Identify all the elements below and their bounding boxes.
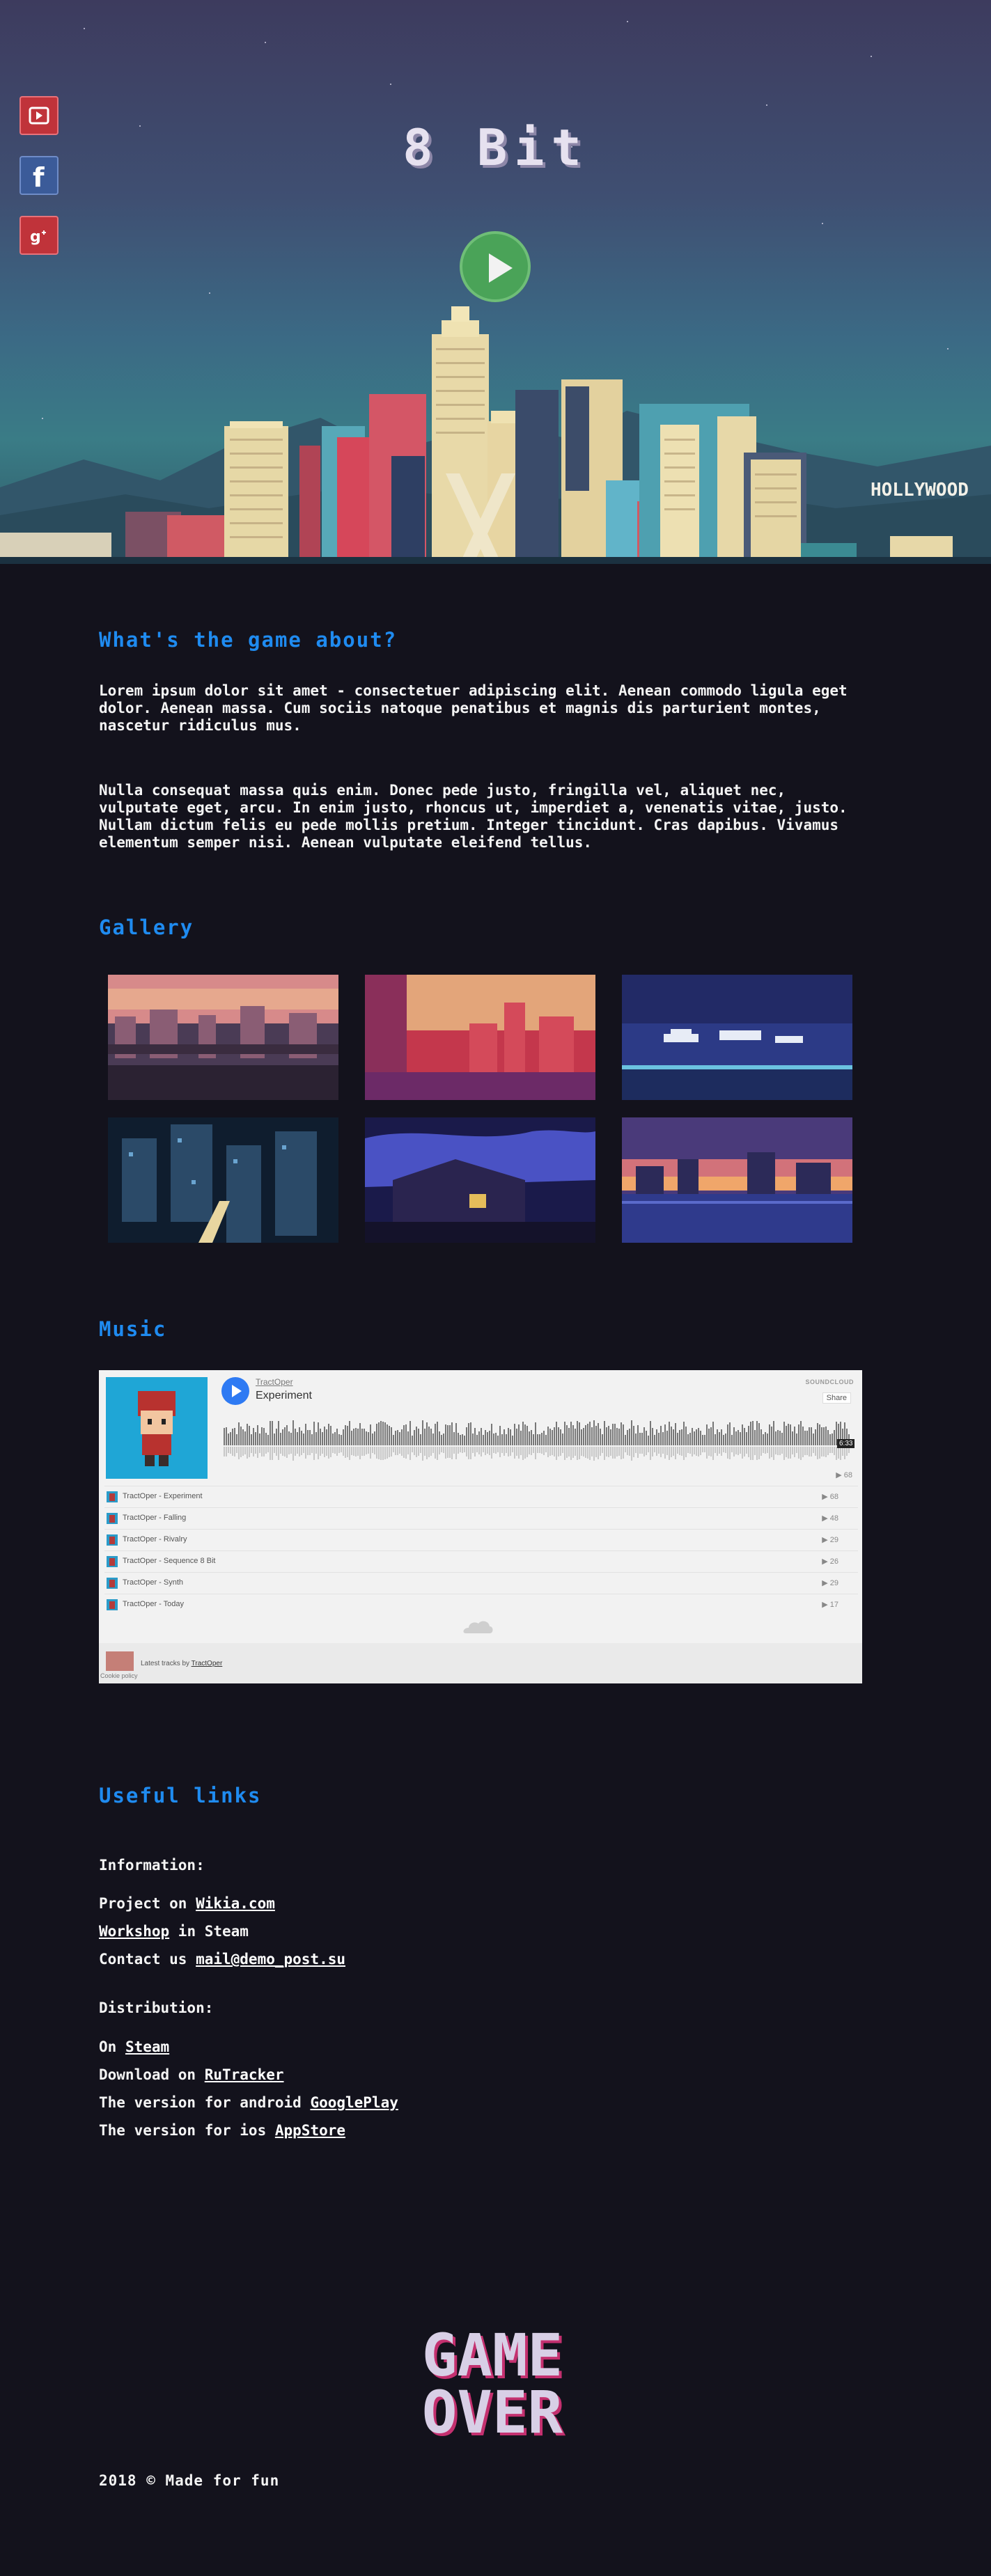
youtube-link[interactable] — [19, 96, 58, 135]
player-footer: Latest tracks by TractOper Cookie policy — [99, 1643, 862, 1683]
track-name: TractOper - Today — [123, 1600, 185, 1608]
distribution-label: Distribution: — [99, 2000, 214, 2016]
play-icon — [489, 253, 513, 283]
dist-link-row: The version for android GooglePlay — [99, 2094, 398, 2111]
track-row[interactable]: TractOper - Today ▶ 17 — [104, 1594, 858, 1615]
track-row[interactable]: TractOper - Synth ▶ 29 — [104, 1572, 858, 1593]
gallery-image-city-top[interactable] — [108, 1117, 338, 1243]
track-plays: ▶ 29 — [822, 1579, 838, 1587]
album-art — [106, 1377, 208, 1479]
hero-banner: HOLLYWOOD 8 Bit f g — [0, 0, 991, 564]
track-plays: ▶ 48 — [822, 1514, 838, 1523]
waveform[interactable] — [224, 1416, 853, 1465]
gallery-image-red-city[interactable] — [365, 975, 595, 1100]
googleplay-link[interactable]: GooglePlay — [310, 2094, 398, 2111]
track-name: TractOper - Sequence 8 Bit — [123, 1557, 216, 1565]
dist-link-row: On Steam — [99, 2039, 170, 2055]
steam-link[interactable]: Steam — [125, 2039, 169, 2055]
links-heading: Useful links — [99, 1784, 262, 1807]
track-thumb-icon — [107, 1599, 118, 1610]
cookie-policy-link[interactable]: Cookie policy — [100, 1672, 138, 1679]
rutracker-link[interactable]: RuTracker — [205, 2066, 284, 2083]
contact-email-link[interactable]: mail@demo_post.su — [196, 1951, 345, 1968]
google-plus-icon: g — [30, 228, 46, 246]
artist-thumbnail — [106, 1651, 134, 1671]
track-row[interactable]: TractOper - Experiment ▶ 68 — [104, 1486, 858, 1507]
gallery-image-night-house[interactable] — [365, 1117, 595, 1243]
about-heading: What's the game about? — [99, 628, 398, 652]
soundcloud-player: TractOper Experiment SOUNDCLOUD Share 6:… — [99, 1370, 862, 1683]
music-heading: Music — [99, 1317, 167, 1341]
info-link-row: Workshop in Steam — [99, 1923, 249, 1940]
track-row[interactable]: TractOper - Sequence 8 Bit ▶ 26 — [104, 1550, 858, 1571]
svg-text:OVER: OVER — [422, 2378, 563, 2441]
info-link-row: Contact us mail@demo_post.su — [99, 1951, 346, 1968]
about-paragraph-2: Nulla consequat massa quis enim. Donec p… — [99, 782, 848, 851]
google-plus-link[interactable]: g — [19, 216, 58, 255]
track-name: TractOper - Falling — [123, 1514, 187, 1522]
latest-tracks-label: Latest tracks by TractOper — [141, 1660, 223, 1667]
facebook-link[interactable]: f — [19, 156, 58, 195]
track-name: TractOper - Rivalry — [123, 1535, 187, 1544]
track-plays: ▶ 17 — [822, 1601, 838, 1609]
track-plays: ▶ 29 — [822, 1536, 838, 1544]
track-plays: ▶ 68 — [822, 1493, 838, 1501]
information-label: Information: — [99, 1857, 205, 1874]
track-thumb-icon — [107, 1578, 118, 1589]
footer-copyright: 2018 © Made for fun — [99, 2472, 280, 2489]
about-paragraph-1: Lorem ipsum dolor sit amet - consectetue… — [99, 682, 848, 734]
game-over-logo: GAME GAME OVER OVER — [422, 2331, 566, 2441]
gallery-heading: Gallery — [99, 916, 194, 939]
soundcloud-cloud-icon — [463, 1621, 493, 1633]
latest-tracks-artist-link[interactable]: TractOper — [192, 1660, 223, 1667]
track-plays: ▶ 26 — [822, 1557, 838, 1566]
appstore-link[interactable]: AppStore — [275, 2122, 345, 2139]
track-thumb-icon — [107, 1556, 118, 1567]
track-thumb-icon — [107, 1513, 118, 1524]
track-play-button[interactable] — [221, 1377, 249, 1405]
track-thumb-icon — [107, 1534, 118, 1546]
track-duration: 6:33 — [837, 1439, 855, 1448]
svg-text:f: f — [33, 162, 45, 193]
track-row[interactable]: TractOper - Rivalry ▶ 29 — [104, 1529, 858, 1550]
youtube-icon — [29, 107, 49, 125]
track-name: TractOper - Synth — [123, 1578, 184, 1587]
dist-link-row: The version for ios AppStore — [99, 2122, 346, 2139]
play-icon — [232, 1385, 242, 1397]
workshop-link[interactable]: Workshop — [99, 1923, 169, 1940]
track-thumb-icon — [107, 1491, 118, 1502]
gallery-image-city-train[interactable] — [108, 975, 338, 1100]
share-button[interactable]: Share — [822, 1392, 851, 1404]
gallery-image-sunset-city[interactable] — [622, 1117, 852, 1243]
play-button[interactable] — [460, 231, 531, 302]
play-count: ▶ 68 — [836, 1471, 852, 1479]
wikia-link[interactable]: Wikia.com — [196, 1895, 275, 1912]
dist-link-row: Download on RuTracker — [99, 2066, 284, 2083]
track-row[interactable]: TractOper - Falling ▶ 48 — [104, 1507, 858, 1528]
gallery-image-clouds-sea[interactable] — [622, 975, 852, 1100]
hero-title: 8 Bit — [403, 118, 588, 177]
hollywood-sign: HOLLYWOOD — [871, 480, 969, 501]
artist-link[interactable]: TractOper — [256, 1377, 293, 1387]
svg-text:g: g — [30, 228, 41, 246]
info-link-row: Project on Wikia.com — [99, 1895, 275, 1912]
track-name: TractOper - Experiment — [123, 1492, 203, 1500]
soundcloud-logo[interactable]: SOUNDCLOUD — [806, 1379, 855, 1385]
facebook-icon: f — [33, 162, 45, 193]
track-title: Experiment — [256, 1390, 312, 1401]
